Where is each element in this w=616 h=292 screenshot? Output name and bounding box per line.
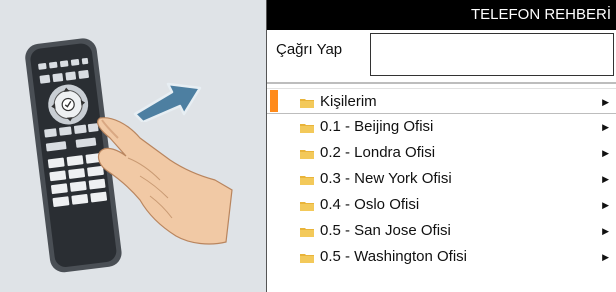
list-item-label: 0.5 - Washington Ofisi	[320, 248, 468, 265]
place-call-input[interactable]	[370, 33, 614, 76]
list-item-san-jose[interactable]: 0.5 - San Jose Ofisi ▶	[267, 218, 616, 244]
folder-icon	[300, 202, 314, 211]
folder-icon	[300, 124, 314, 133]
list-item-label: Kişilerim	[320, 93, 377, 110]
header-divider	[267, 82, 616, 84]
direction-arrow-icon	[133, 82, 202, 122]
list-item-label: 0.3 - New York Ofisi	[320, 170, 452, 187]
triangle-right-icon: ▶	[602, 148, 609, 158]
triangle-right-icon: ▶	[602, 226, 609, 236]
list-item-label: 0.1 - Beijing Ofisi	[320, 118, 434, 135]
triangle-right-icon: ▶	[602, 97, 609, 107]
list-item-new-york[interactable]: 0.3 - New York Ofisi ▶	[267, 166, 616, 192]
list-item-beijing[interactable]: 0.1 - Beijing Ofisi ▶	[267, 114, 616, 140]
phonebook-list: Kişilerim ▶ 0.1 - Beijing Ofisi ▶ 0.2 - …	[267, 88, 616, 270]
phonebook-title: TELEFON REHBERİ	[267, 0, 616, 30]
place-call-label: Çağrı Yap	[276, 41, 343, 58]
triangle-right-icon: ▶	[602, 200, 609, 210]
triangle-right-icon: ▶	[602, 122, 609, 132]
list-item-label: 0.4 - Oslo Ofisi	[320, 196, 420, 213]
place-call-row: Çağrı Yap	[267, 30, 616, 82]
triangle-right-icon: ▶	[602, 252, 609, 262]
list-item-label: 0.2 - Londra Ofisi	[320, 144, 436, 161]
remote-control-illustration	[25, 38, 233, 273]
remote-illustration-panel	[0, 0, 266, 292]
folder-icon	[300, 228, 314, 237]
folder-icon	[300, 176, 314, 185]
phonebook-panel: TELEFON REHBERİ Çağrı Yap Kişilerim ▶ 0.…	[266, 0, 616, 292]
list-item-londra[interactable]: 0.2 - Londra Ofisi ▶	[267, 140, 616, 166]
triangle-right-icon: ▶	[602, 174, 609, 184]
list-item-label: 0.5 - San Jose Ofisi	[320, 222, 451, 239]
folder-icon	[300, 254, 314, 263]
list-item-kisilerim[interactable]: Kişilerim ▶	[267, 88, 616, 114]
folder-icon	[300, 150, 314, 159]
folder-icon	[300, 99, 314, 108]
list-item-oslo[interactable]: 0.4 - Oslo Ofisi ▶	[267, 192, 616, 218]
list-item-washington[interactable]: 0.5 - Washington Ofisi ▶	[267, 244, 616, 270]
